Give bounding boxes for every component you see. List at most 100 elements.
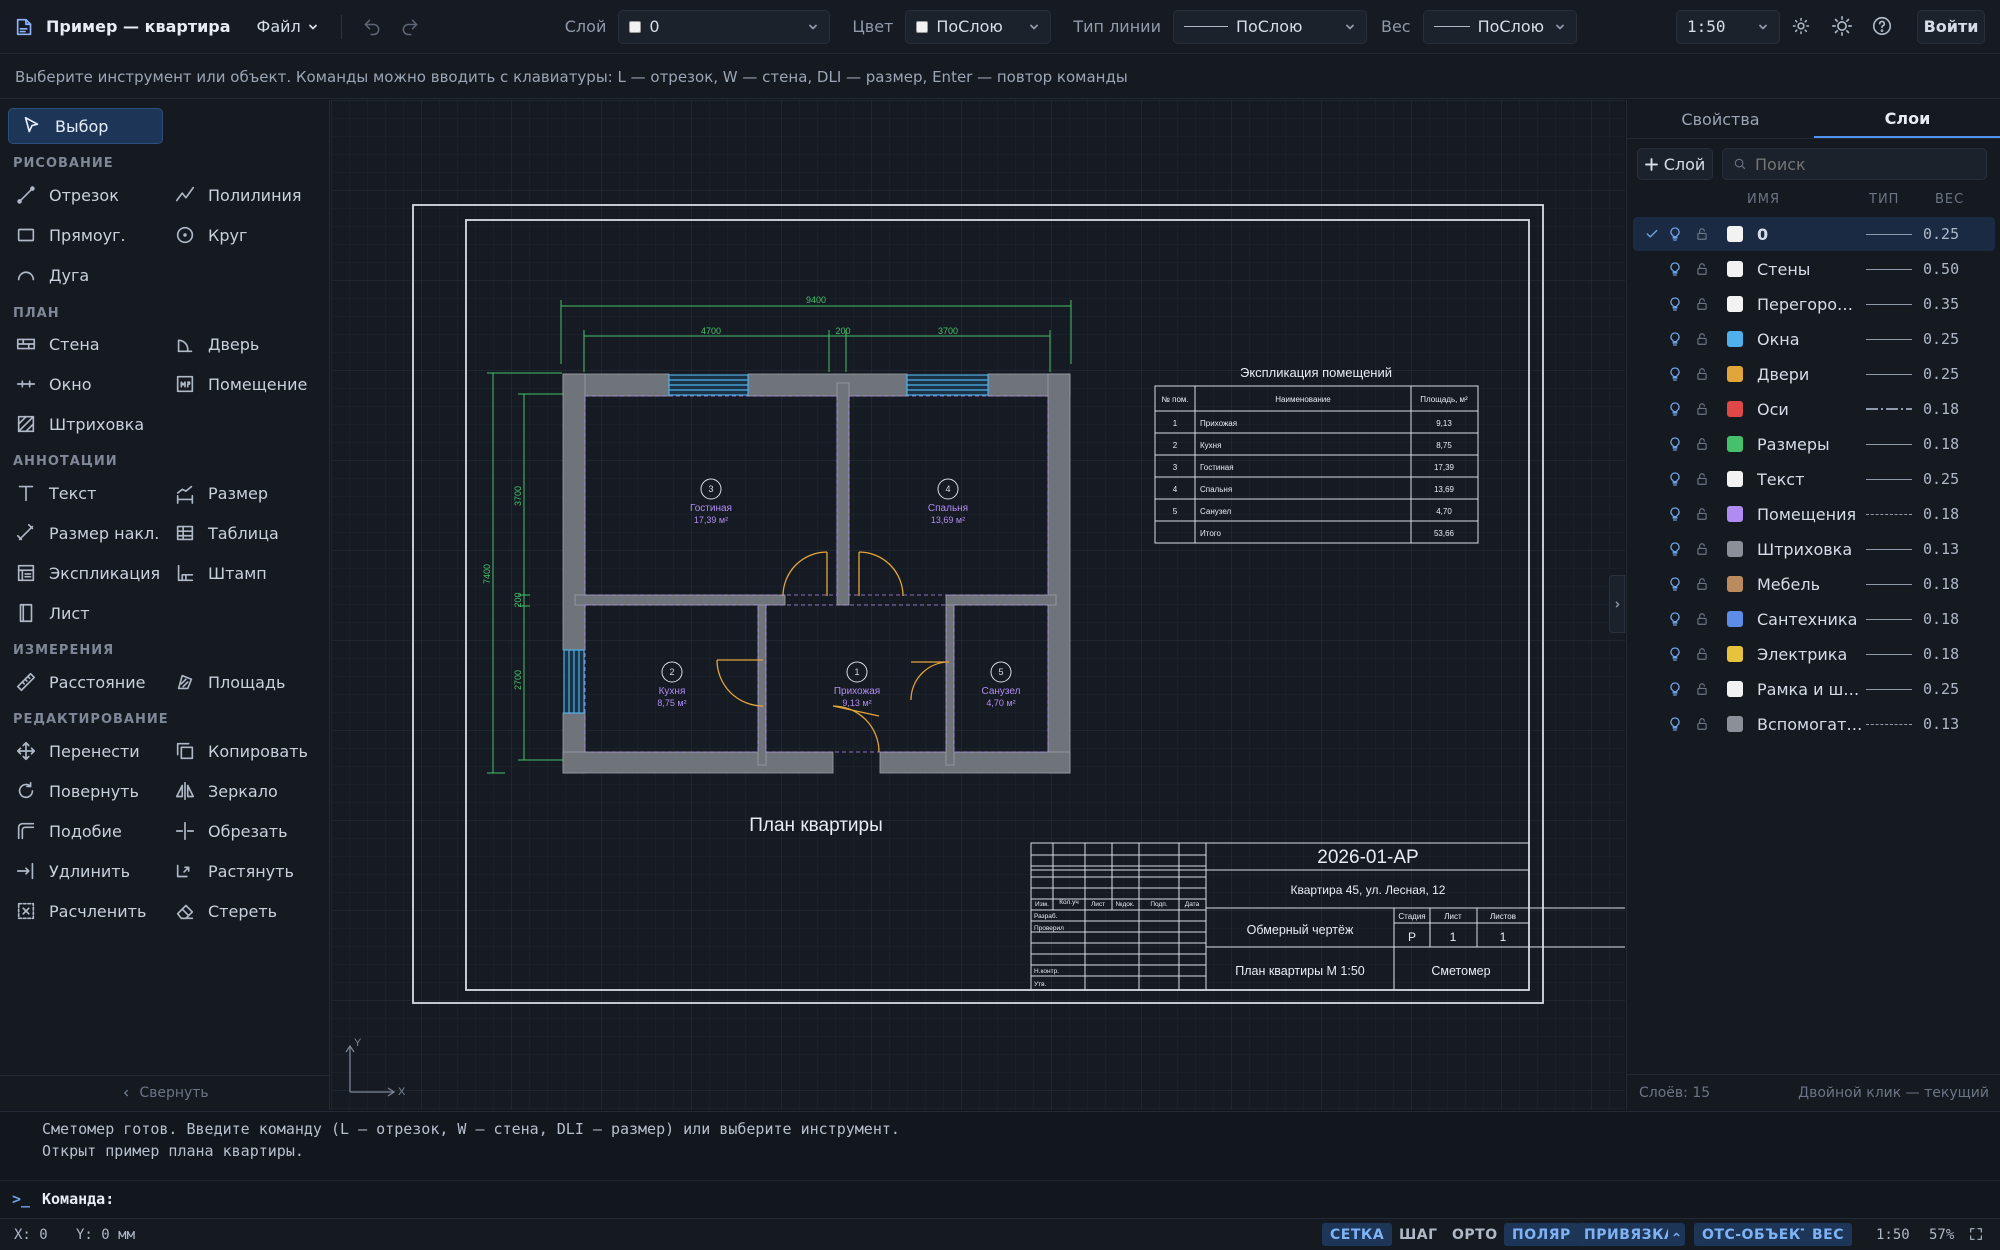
layer-color-swatch[interactable] [1727, 471, 1743, 487]
tab-layers[interactable]: Слои [1814, 100, 2000, 138]
unlock-icon[interactable] [1695, 717, 1709, 731]
unlock-icon[interactable] [1695, 472, 1709, 486]
tool-table[interactable]: Таблица [174, 517, 279, 549]
tool-text[interactable]: Текст [15, 477, 96, 509]
layer-color-swatch[interactable] [1727, 401, 1743, 417]
tool-move[interactable]: Перенести [15, 735, 140, 767]
layer-weight[interactable]: 0.18 [1923, 575, 1959, 593]
layer-row[interactable]: Рамка и шта... 0.25 [1633, 672, 1995, 706]
layer-color-swatch[interactable] [1727, 506, 1743, 522]
layer-weight[interactable]: 0.25 [1923, 330, 1959, 348]
add-layer-button[interactable]: Слой [1637, 148, 1713, 180]
layer-row[interactable]: Текст 0.25 [1633, 462, 1995, 496]
layer-weight[interactable]: 0.13 [1923, 540, 1959, 558]
layer-weight[interactable]: 0.18 [1923, 400, 1959, 418]
color-select[interactable]: ПоСлою [905, 9, 1052, 44]
tool-stamp[interactable]: Штамп [174, 557, 267, 589]
unlock-icon[interactable] [1695, 542, 1709, 556]
layer-search-input[interactable] [1755, 154, 1955, 174]
osnap-settings-button[interactable] [1668, 1223, 1685, 1246]
unlock-icon[interactable] [1695, 507, 1709, 521]
unlock-icon[interactable] [1695, 682, 1709, 696]
layer-color-swatch[interactable] [1727, 366, 1743, 382]
layer-color-swatch[interactable] [1727, 436, 1743, 452]
tool-door[interactable]: Дверь [174, 328, 259, 360]
tool-window[interactable]: Окно [15, 368, 92, 400]
tool-stretch[interactable]: Растянуть [174, 855, 294, 887]
lightbulb-icon[interactable] [1667, 576, 1683, 592]
layer-weight[interactable]: 0.50 [1923, 260, 1959, 278]
toggle-ortho[interactable]: ОРТО [1444, 1223, 1506, 1246]
lightbulb-icon[interactable] [1667, 646, 1683, 662]
layer-color-swatch[interactable] [1727, 226, 1743, 242]
toggle-snap[interactable]: ШАГ [1391, 1223, 1446, 1246]
layer-linetype[interactable] [1866, 373, 1912, 375]
layer-weight[interactable]: 0.25 [1923, 225, 1959, 243]
tool-distance[interactable]: Расстояние [15, 666, 145, 698]
brightness-low-icon[interactable] [1791, 16, 1811, 36]
layer-linetype[interactable] [1866, 653, 1912, 655]
tool-dimension-aligned[interactable]: Размер накл. [15, 517, 159, 549]
tab-properties[interactable]: Свойства [1627, 100, 1814, 138]
layer-linetype[interactable] [1866, 478, 1912, 480]
tool-area[interactable]: Площадь [174, 666, 285, 698]
lightbulb-icon[interactable] [1667, 261, 1683, 277]
redo-icon[interactable] [400, 17, 420, 37]
layer-row[interactable]: Мебель 0.18 [1633, 567, 1995, 601]
unlock-icon[interactable] [1695, 577, 1709, 591]
tool-extend[interactable]: Удлинить [15, 855, 130, 887]
layer-weight[interactable]: 0.18 [1923, 505, 1959, 523]
layer-weight[interactable]: 0.35 [1923, 295, 1959, 313]
lightbulb-icon[interactable] [1667, 611, 1683, 627]
layer-color-swatch[interactable] [1727, 261, 1743, 277]
unlock-icon[interactable] [1695, 367, 1709, 381]
layer-weight[interactable]: 0.25 [1923, 680, 1959, 698]
scale-select[interactable]: 1:50 [1676, 9, 1780, 44]
lightbulb-icon[interactable] [1667, 296, 1683, 312]
tool-trim[interactable]: Обрезать [174, 815, 288, 847]
layer-weight[interactable]: 0.25 [1923, 470, 1959, 488]
undo-icon[interactable] [362, 17, 382, 37]
layer-linetype[interactable] [1866, 618, 1912, 620]
tool-rect[interactable]: Прямоуг. [15, 219, 126, 251]
layer-linetype[interactable] [1866, 338, 1912, 340]
layer-linetype[interactable] [1866, 233, 1912, 235]
layer-row[interactable]: Электрика 0.18 [1633, 637, 1995, 671]
layer-color-swatch[interactable] [1727, 541, 1743, 557]
layer-row[interactable]: 0 0.25 [1633, 217, 1995, 251]
tool-dimension[interactable]: Размер [174, 477, 268, 509]
status-scale[interactable]: 1:50 [1876, 1227, 1910, 1243]
layer-row[interactable]: Стены 0.50 [1633, 252, 1995, 286]
layer-row[interactable]: Размеры 0.18 [1633, 427, 1995, 461]
layer-color-swatch[interactable] [1727, 611, 1743, 627]
layer-linetype[interactable] [1866, 723, 1912, 725]
lightbulb-icon[interactable] [1667, 506, 1683, 522]
layer-color-swatch[interactable] [1727, 681, 1743, 697]
layer-row[interactable]: Штриховка 0.13 [1633, 532, 1995, 566]
layer-color-swatch[interactable] [1727, 576, 1743, 592]
layer-color-swatch[interactable] [1727, 331, 1743, 347]
lightbulb-icon[interactable] [1667, 401, 1683, 417]
tool-circle[interactable]: Круг [174, 219, 247, 251]
layer-row[interactable]: Вспомогате... 0.13 [1633, 707, 1995, 741]
lightbulb-icon[interactable] [1667, 366, 1683, 382]
tool-polyline[interactable]: Полилиния [174, 179, 302, 211]
layer-color-swatch[interactable] [1727, 646, 1743, 662]
tool-wall[interactable]: Стена [15, 328, 100, 360]
tool-arc[interactable]: Дуга [15, 259, 89, 291]
toggle-otrack[interactable]: ОТС-ОБЪЕКТ [1694, 1223, 1819, 1246]
layer-weight[interactable]: 0.18 [1923, 435, 1959, 453]
tool-line[interactable]: Отрезок [15, 179, 119, 211]
layer-weight[interactable]: 0.25 [1923, 365, 1959, 383]
layer-row[interactable]: Оси 0.18 [1633, 392, 1995, 426]
unlock-icon[interactable] [1695, 332, 1709, 346]
unlock-icon[interactable] [1695, 262, 1709, 276]
layer-linetype[interactable] [1866, 583, 1912, 585]
layer-row[interactable]: Сантехника 0.18 [1633, 602, 1995, 636]
layer-color-swatch[interactable] [1727, 296, 1743, 312]
sun-icon[interactable] [1831, 15, 1853, 37]
unlock-icon[interactable] [1695, 647, 1709, 661]
toggle-lineweight[interactable]: ВЕС [1804, 1223, 1853, 1246]
drawing-canvas[interactable]: 9400 4700 200 3700 7400 3700 200 2700 3 … [331, 100, 1625, 1110]
weight-select[interactable]: ПоСлою [1422, 9, 1577, 44]
